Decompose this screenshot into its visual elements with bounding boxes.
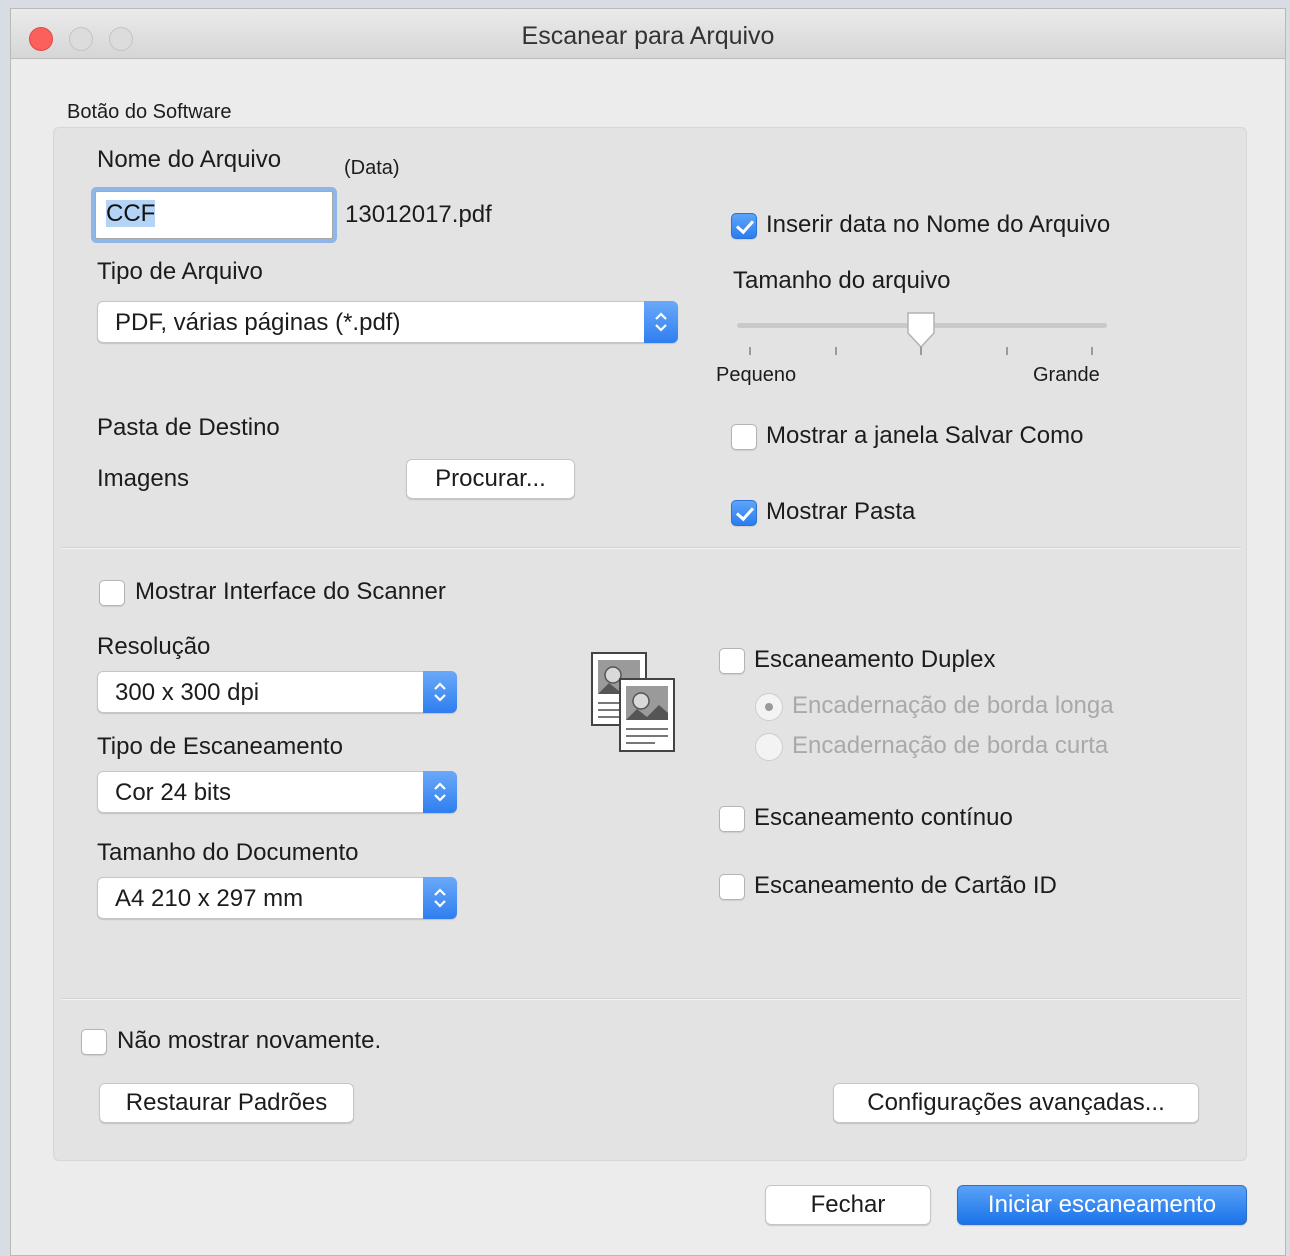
continuous-scan-checkbox[interactable] (719, 806, 745, 832)
filename-label: Nome do Arquivo (97, 146, 282, 173)
restore-defaults-button[interactable]: Restaurar Padrões (99, 1083, 354, 1123)
show-scanner-ui-checkbox[interactable] (99, 580, 125, 606)
show-folder-label: Mostrar Pasta (766, 498, 916, 525)
document-size-label: Tamanho do Documento (97, 839, 359, 866)
long-edge-label: Encadernação de borda longa (792, 692, 1114, 719)
scan-type-value: Cor 24 bits (115, 779, 232, 806)
file-type-select[interactable]: PDF, várias páginas (*.pdf) (97, 301, 678, 343)
slider-max-label: Grande (1033, 364, 1100, 386)
date-label: (Data) (344, 157, 400, 179)
id-card-label: Escaneamento de Cartão ID (754, 872, 1057, 899)
slider-tick (920, 347, 922, 355)
dont-show-again-checkbox[interactable] (81, 1029, 107, 1055)
resolution-label: Resolução (97, 633, 211, 660)
destination-folder: Imagens (97, 465, 190, 492)
start-scan-button[interactable]: Iniciar escaneamento (957, 1185, 1247, 1225)
up-down-chevron-icon (423, 877, 457, 919)
file-type-label: Tipo de Arquivo (97, 258, 263, 285)
insert-date-checkbox[interactable] (731, 213, 757, 239)
short-edge-radio[interactable] (755, 733, 783, 761)
continuous-scan-label: Escaneamento contínuo (754, 804, 1013, 831)
show-save-as-label: Mostrar a janela Salvar Como (766, 422, 1084, 449)
slider-tick (1006, 347, 1008, 355)
duplex-pages-icon (591, 651, 677, 760)
title-bar: Escanear para Arquivo (11, 9, 1285, 59)
duplex-checkbox[interactable] (719, 648, 745, 674)
date-suffix: 13012017.pdf (345, 201, 492, 228)
show-save-as-checkbox[interactable] (731, 424, 757, 450)
group-label: Botão do Software (67, 101, 232, 123)
destination-label: Pasta de Destino (97, 414, 280, 441)
scan-to-file-window: Escanear para Arquivo Botão do Software … (10, 8, 1286, 1256)
slider-tick (1091, 347, 1093, 355)
up-down-chevron-icon (423, 771, 457, 813)
long-edge-radio[interactable] (755, 693, 783, 721)
slider-min-label: Pequeno (716, 364, 797, 386)
document-size-select[interactable]: A4 210 x 297 mm (97, 877, 457, 919)
section-divider (61, 998, 1241, 1000)
id-card-checkbox[interactable] (719, 874, 745, 900)
close-button[interactable]: Fechar (765, 1185, 931, 1225)
browse-button[interactable]: Procurar... (406, 459, 575, 499)
slider-tick (749, 347, 751, 355)
insert-date-label: Inserir data no Nome do Arquivo (766, 211, 1111, 238)
dont-show-again-label: Não mostrar novamente. (117, 1027, 382, 1054)
scan-type-select[interactable]: Cor 24 bits (97, 771, 457, 813)
document-size-value: A4 210 x 297 mm (115, 885, 304, 912)
filename-input[interactable]: CCF (95, 191, 333, 239)
filename-value: CCF (106, 200, 156, 227)
resolution-select[interactable]: 300 x 300 dpi (97, 671, 457, 713)
window-title: Escanear para Arquivo (521, 22, 775, 50)
up-down-chevron-icon (644, 301, 678, 343)
short-edge-label: Encadernação de borda curta (792, 732, 1109, 759)
show-folder-checkbox[interactable] (731, 500, 757, 526)
scan-type-label: Tipo de Escaneamento (97, 733, 343, 760)
resolution-value: 300 x 300 dpi (115, 679, 260, 706)
advanced-settings-button[interactable]: Configurações avançadas... (833, 1083, 1199, 1123)
show-scanner-ui-label: Mostrar Interface do Scanner (135, 578, 446, 605)
duplex-label: Escaneamento Duplex (754, 646, 996, 673)
file-type-value: PDF, várias páginas (*.pdf) (115, 309, 401, 336)
section-divider (61, 547, 1241, 549)
file-size-label: Tamanho do arquivo (733, 267, 951, 294)
up-down-chevron-icon (423, 671, 457, 713)
slider-tick (835, 347, 837, 355)
